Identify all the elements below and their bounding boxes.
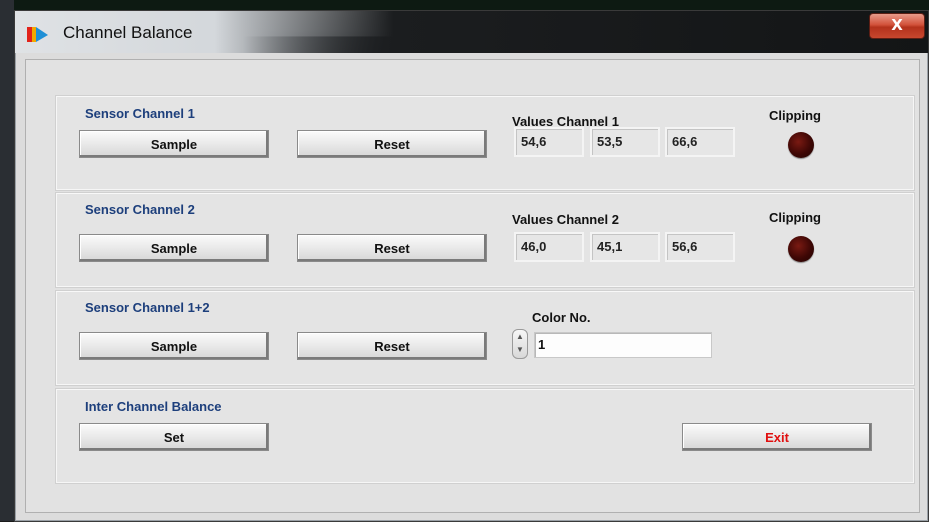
values-label-channel-2: Values Channel 2 <box>512 212 619 227</box>
sample-button-channel-1-2[interactable]: Sample <box>79 332 269 360</box>
close-icon: X <box>891 16 903 34</box>
value-channel-2-b: 45,1 <box>590 232 660 262</box>
section-label-channel-1-2: Sensor Channel 1+2 <box>85 300 210 315</box>
value-channel-1-a: 54,6 <box>514 127 584 157</box>
exit-button[interactable]: Exit <box>682 423 872 451</box>
section-label-balance: Inter Channel Balance <box>85 399 222 414</box>
desktop-background-left <box>0 0 14 521</box>
value-channel-2-c: 56,6 <box>665 232 735 262</box>
close-button[interactable]: X <box>869 13 925 39</box>
clipping-led-channel-1 <box>788 132 814 158</box>
window-title: Channel Balance <box>63 23 193 42</box>
title-bar[interactable]: Channel Balance X <box>15 11 928 53</box>
color-number-input[interactable]: 1 <box>534 332 712 358</box>
stepper-updown-icon[interactable]: ▲ ▼ <box>512 329 528 359</box>
clipping-label-channel-1: Clipping <box>769 108 821 123</box>
channel-balance-window: Channel Balance X Sensor Channel 1 Sampl… <box>14 10 929 522</box>
set-button[interactable]: Set <box>79 423 269 451</box>
section-label-channel-1: Sensor Channel 1 <box>85 106 195 121</box>
reset-button-channel-1-2[interactable]: Reset <box>297 332 487 360</box>
sample-button-channel-2[interactable]: Sample <box>79 234 269 262</box>
value-channel-1-c: 66,6 <box>665 127 735 157</box>
client-area: Sensor Channel 1 Sample Reset Values Cha… <box>25 59 920 513</box>
app-logo-icon <box>27 27 48 42</box>
sample-button-channel-1[interactable]: Sample <box>79 130 269 158</box>
clipping-led-channel-2 <box>788 236 814 262</box>
panel-sensor-channel-1: Sensor Channel 1 Sample Reset Values Cha… <box>56 96 914 190</box>
reset-button-channel-1[interactable]: Reset <box>297 130 487 158</box>
value-channel-2-a: 46,0 <box>514 232 584 262</box>
color-number-label: Color No. <box>532 310 591 325</box>
value-channel-1-b: 53,5 <box>590 127 660 157</box>
reset-button-channel-2[interactable]: Reset <box>297 234 487 262</box>
panel-sensor-channel-1-2: Sensor Channel 1+2 Sample Reset Color No… <box>56 291 914 385</box>
clipping-label-channel-2: Clipping <box>769 210 821 225</box>
panel-inter-channel-balance: Inter Channel Balance Set Exit <box>56 389 914 483</box>
section-label-channel-2: Sensor Channel 2 <box>85 202 195 217</box>
panel-sensor-channel-2: Sensor Channel 2 Sample Reset Values Cha… <box>56 193 914 287</box>
